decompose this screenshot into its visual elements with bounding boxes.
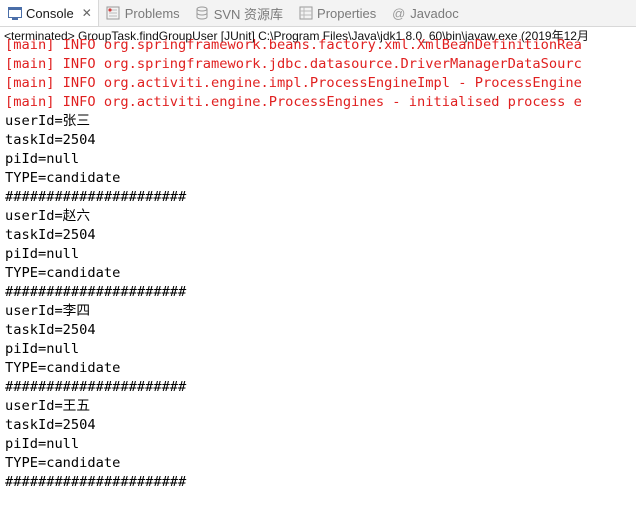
console-output-line: ###################### [5,474,187,490]
console-output-line: piId=null [5,436,80,452]
console-output-line: ###################### [5,284,187,300]
tab-console[interactable]: Console ✕ [0,0,99,26]
tab-label: Console [26,5,74,21]
console-output-line: taskId=2504 [5,132,96,148]
console-output-line: TYPE=candidate [5,265,121,281]
tab-label: Properties [317,5,377,21]
tab-properties[interactable]: Properties [291,0,384,26]
console-output-line: piId=null [5,341,80,357]
javadoc-icon: @ [392,5,406,21]
console-output-line: taskId=2504 [5,417,96,433]
console-output-line: userId=王五 [5,398,91,414]
console-output-line: userId=赵六 [5,208,91,224]
console-output-line: taskId=2504 [5,227,96,243]
svn-repository-icon [195,6,210,21]
console-log-line: [main] INFO org.activiti.engine.impl.Pro… [5,75,582,91]
properties-icon [298,6,313,21]
console-output-line: taskId=2504 [5,322,96,338]
console-output-line: piId=null [5,151,80,167]
console-output-line: TYPE=candidate [5,170,121,186]
console-output[interactable]: [main] INFO org.springframework.beans.fa… [0,36,636,509]
console-output-line: ###################### [5,379,187,395]
console-output-line: TYPE=candidate [5,455,121,471]
console-log-line: [main] INFO org.springframework.beans.fa… [5,37,582,53]
problems-icon [106,6,121,21]
tab-label: Javadoc [410,5,459,21]
console-log-line: [main] INFO org.activiti.engine.ProcessE… [5,94,582,110]
console-output-line: piId=null [5,246,80,262]
tab-label: Problems [124,5,180,21]
console-output-line: userId=李四 [5,303,91,319]
console-output-line: ###################### [5,189,187,205]
tab-svn-repository[interactable]: SVN 资源库 [188,0,291,26]
console-output-line: TYPE=candidate [5,360,121,376]
view-tab-bar: Console ✕ Problems SVN 资源库 Properties @ … [0,0,636,27]
console-output-line: userId=张三 [5,113,91,129]
tab-label: SVN 资源库 [213,6,284,22]
console-log-line: [main] INFO org.springframework.jdbc.dat… [5,56,582,72]
console-icon [7,6,22,21]
tab-problems[interactable]: Problems [99,0,188,26]
close-icon[interactable]: ✕ [82,6,92,20]
tab-javadoc[interactable]: @ Javadoc [384,0,466,26]
